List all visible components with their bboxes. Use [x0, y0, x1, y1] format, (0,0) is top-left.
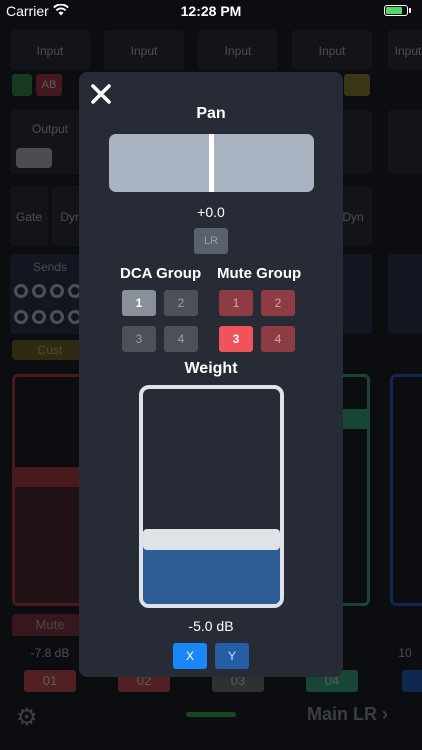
channel-level: -7.8 dB [30, 646, 70, 660]
cust-button[interactable] [344, 74, 370, 96]
dca-group-title: DCA Group [120, 265, 202, 282]
y-button[interactable]: Y [215, 643, 249, 669]
weight-fader[interactable] [139, 385, 284, 608]
battery-icon [384, 5, 414, 17]
chevron-right-icon: › [382, 704, 389, 724]
mute-button[interactable]: Mute [12, 614, 88, 636]
weight-title: Weight [184, 360, 238, 377]
input-label: Input [318, 44, 346, 58]
mute-group-title: Mute Group [217, 265, 302, 282]
input-label: Input [36, 44, 64, 58]
lr-button[interactable]: LR [194, 228, 228, 254]
clock: 12:28 PM [180, 3, 242, 19]
dca-button-1[interactable]: 1 [122, 290, 156, 316]
pan-indicator[interactable] [209, 134, 214, 192]
channel-fader[interactable] [12, 374, 88, 606]
close-icon[interactable] [89, 82, 113, 106]
channel-level: 10 [398, 646, 412, 660]
output-label: Output [31, 122, 69, 136]
mute-group-button-2[interactable]: 2 [261, 290, 295, 316]
status-bar: Carrier 12:28 PM [0, 0, 422, 22]
ab-button[interactable]: AB [36, 74, 62, 96]
drag-handle[interactable] [186, 712, 236, 717]
weight-handle[interactable] [143, 529, 280, 550]
x-button[interactable]: X [173, 643, 207, 669]
sends-label: Sends [32, 260, 68, 274]
channel-number[interactable] [402, 670, 422, 692]
gear-icon[interactable]: ⚙ [16, 703, 38, 732]
mute-group-button-3[interactable]: 3 [219, 326, 253, 352]
channel-strip: Input 10 [384, 26, 422, 716]
mute-group-button-4[interactable]: 4 [261, 326, 295, 352]
input-label: Input [224, 44, 252, 58]
pan-title: Pan [196, 105, 226, 122]
input-label: Input [394, 44, 422, 58]
dca-button-4[interactable]: 4 [164, 326, 198, 352]
gate-label: Gate [15, 210, 42, 224]
main-lr-label: Main LR [307, 704, 377, 724]
dca-button-2[interactable]: 2 [164, 290, 198, 316]
enable-button[interactable] [12, 74, 32, 96]
cust-label: Cust [37, 343, 63, 357]
channel-number[interactable]: 01 [24, 670, 76, 692]
pan-value: +0.0 [197, 204, 225, 220]
main-lr-button[interactable]: Main LR › [307, 704, 388, 725]
channel-fader[interactable] [390, 374, 422, 606]
input-label: Input [130, 44, 158, 58]
mute-group-button-1[interactable]: 1 [219, 290, 253, 316]
pan-slider[interactable] [109, 134, 314, 192]
weight-value: -5.0 dB [188, 618, 234, 634]
dca-button-3[interactable]: 3 [122, 326, 156, 352]
channel-settings-modal: Pan +0.0 LR DCA Group Mute Group 1 2 3 4… [79, 72, 343, 677]
